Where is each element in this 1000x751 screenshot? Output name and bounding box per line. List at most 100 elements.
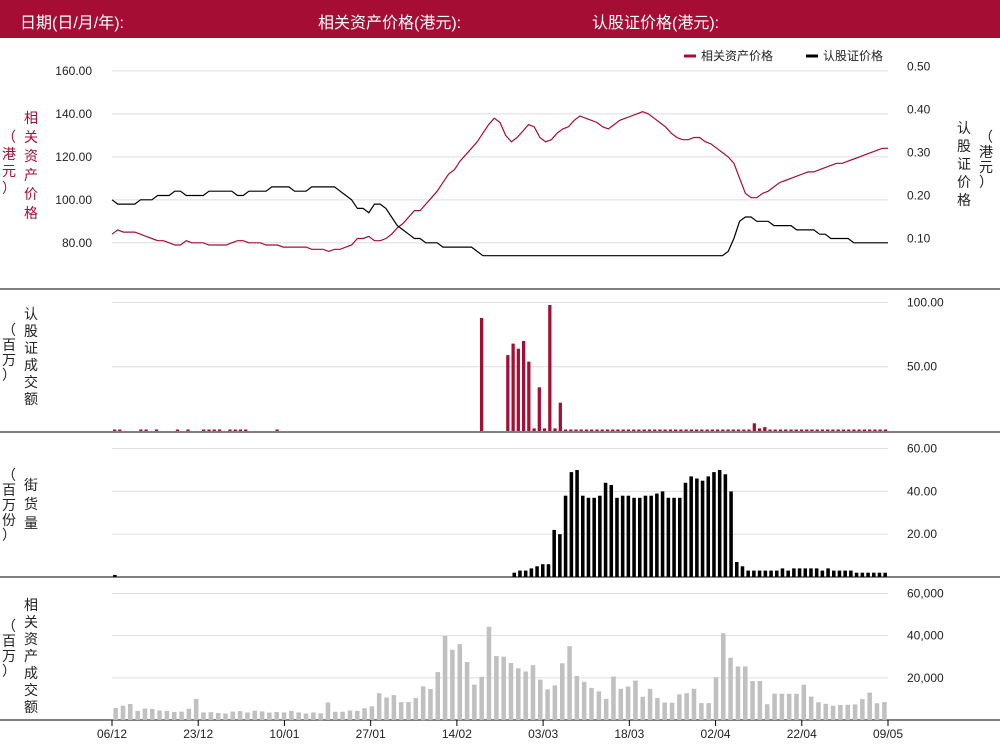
axis-ticks: 160.00 140.00 120.00 100.00 80.00 0.50 0.40 0.3…	[55, 60, 944, 685]
outstanding-bar	[826, 568, 830, 577]
asset-turnover-bar	[662, 702, 667, 720]
warrant-turnover-bar	[836, 429, 840, 431]
asset-turnover-bar	[237, 711, 243, 720]
warrant-turnover-bar	[233, 429, 237, 431]
warrant-turnover-bar	[789, 429, 793, 431]
asset-turnover-bar	[640, 696, 646, 720]
right-axis-tick: 0.30	[907, 146, 931, 160]
warrant-turnover-bar	[820, 429, 825, 431]
outstanding-bar	[689, 476, 693, 577]
asset-turnover-unit: （百万）	[2, 618, 16, 679]
asset-turnover-bar	[545, 689, 550, 720]
warrant-turnover-tick: 100.00	[907, 295, 944, 309]
asset-turnover-bar	[786, 693, 792, 720]
warrant-turnover-bar	[637, 429, 641, 431]
asset-turnover-bar	[721, 633, 726, 720]
outstanding-bar	[678, 497, 682, 577]
legend: 相关资产价格 认股证价格	[684, 48, 883, 63]
asset-turnover-bar	[164, 710, 170, 720]
asset-turnover-bar	[684, 693, 689, 720]
warrant-turnover-bar	[611, 429, 615, 431]
outstanding-bar	[849, 570, 853, 577]
warrant-turnover-unit: （百万）	[2, 322, 16, 383]
outstanding-bar	[797, 568, 802, 577]
warrant-turnover-bar	[857, 429, 861, 431]
warrant-turnover-bar	[113, 429, 117, 431]
panel-separators	[0, 288, 1000, 721]
outstanding-bar	[809, 568, 813, 577]
asset-price-line	[111, 111, 888, 253]
outstanding-bar	[541, 564, 545, 577]
outstanding-bar	[877, 572, 882, 577]
asset-turnover-tick: 20,000	[907, 671, 944, 685]
outstanding-bar	[854, 572, 859, 577]
outstanding-bar	[546, 564, 551, 577]
asset-turnover-bar	[296, 712, 301, 720]
warrant-turnover-bar	[595, 429, 599, 431]
asset-turnover-bar	[464, 662, 470, 720]
x-tick-label: 27/01	[356, 727, 386, 741]
outstanding-bar	[569, 472, 574, 577]
outstanding-bar	[872, 572, 876, 577]
warrant-turnover-bar	[647, 429, 652, 431]
outstanding-unit: （百万份）	[2, 467, 16, 543]
left-axis-tick: 160.00	[55, 64, 92, 78]
outstanding-title: 街货量	[24, 477, 38, 531]
warrant-turnover-bar	[228, 429, 232, 431]
asset-turnover-bar	[713, 677, 719, 720]
outstanding-bar	[820, 570, 825, 577]
outstanding-bar	[626, 495, 631, 577]
warrant-turnover-bar	[217, 429, 222, 431]
asset-turnover-bar	[655, 698, 660, 720]
asset-turnover-bar	[201, 712, 206, 720]
asset-turnover-bar	[589, 687, 594, 720]
asset-price-label: 相关资产价格(港元):	[318, 15, 462, 32]
warrant-turnover-bar	[605, 429, 610, 431]
asset-turnover-bar	[450, 649, 455, 720]
outstanding-bar	[792, 568, 796, 577]
x-tick-label: 10/01	[269, 727, 299, 741]
asset-turnover-bar	[669, 702, 675, 720]
outstanding-bar	[712, 472, 716, 577]
outstanding-bar	[672, 497, 676, 577]
outstanding-bar	[615, 497, 619, 577]
warrant-turnover-bar	[742, 429, 746, 431]
asset-turnover-bar	[223, 713, 228, 720]
outstanding-bar	[552, 529, 556, 577]
asset-turnover-bar	[882, 702, 887, 720]
outstanding-bar	[620, 495, 625, 577]
asset-turnover-bar	[120, 705, 126, 720]
outstanding-bar	[523, 570, 528, 577]
warrant-turnover-bar	[480, 317, 484, 431]
asset-turnover-bar	[142, 708, 148, 720]
warrant-turnover-bar	[532, 428, 536, 431]
asset-turnover-bar	[135, 710, 140, 720]
warrant-turnover-bar	[516, 348, 520, 431]
asset-turnover-bar	[128, 704, 133, 720]
asset-turnover-bar	[523, 671, 528, 720]
asset-turnover-bar	[501, 656, 506, 720]
asset-turnover-bar	[406, 702, 411, 720]
asset-turnover-bar	[259, 711, 265, 720]
outstanding-bar	[780, 568, 785, 577]
asset-turnover-bar	[340, 711, 345, 720]
asset-turnover-bar	[428, 689, 433, 720]
asset-turnover-bar	[186, 708, 192, 720]
outstanding-bar	[655, 493, 659, 577]
asset-turnover-bar	[413, 697, 419, 720]
right-axis-tick: 0.10	[907, 232, 931, 246]
asset-turnover-bar	[852, 704, 858, 720]
warrant-turnover-bar	[590, 429, 594, 431]
x-tick-label: 22/04	[787, 727, 817, 741]
asset-turnover-bar	[757, 681, 763, 720]
outstanding-bar	[717, 470, 722, 577]
outstanding-bar	[643, 495, 648, 577]
warrant-chart: 相关资产价格 认股证价格 160.00 140.00 120.00 100.00 80.…	[0, 48, 1000, 741]
warrant-price-label: 认股证价格(港元):	[592, 15, 720, 32]
axis-titles: 相关资产价格 （港元） 认股证价格 （港元） 认股证成交额 （百万） 街货量 （百万份） 相关资…	[2, 110, 993, 715]
warrant-turnover-bar	[522, 341, 526, 431]
asset-turnover-bar	[157, 710, 162, 720]
asset-turnover-bar	[801, 684, 807, 720]
outstanding-bar	[832, 570, 836, 577]
left-axis-tick: 80.00	[62, 236, 92, 250]
